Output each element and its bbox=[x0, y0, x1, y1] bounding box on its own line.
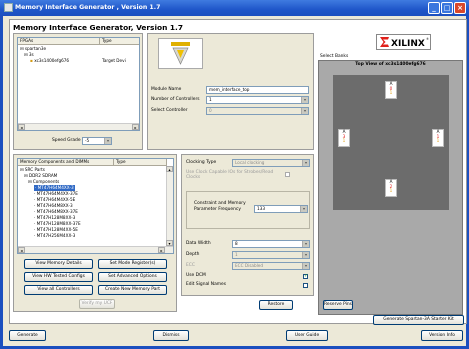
data-width-label: Data Width bbox=[186, 241, 211, 246]
bank-bottom[interactable]: A21 bbox=[385, 179, 397, 197]
data-width-select[interactable]: 8 ▾ bbox=[232, 240, 310, 248]
use-clock-capable-checkbox[interactable] bbox=[285, 172, 290, 177]
use-dcm-checkbox[interactable] bbox=[303, 273, 308, 279]
use-clock-capable-label: Use Clock Capable IOs for Strobes/Read C… bbox=[186, 170, 274, 180]
use-dcm-label: Use DCM bbox=[186, 273, 206, 278]
dismiss-button[interactable]: Dismiss bbox=[153, 330, 189, 341]
components-panel: Memory Components and DIMMs Type ▴ ▾ ⊟ S… bbox=[13, 154, 177, 312]
chevron-down-icon[interactable]: ▾ bbox=[302, 241, 309, 247]
constraint-group: Constraint and Memory Parameter Frequenc… bbox=[186, 191, 310, 229]
speed-grade-label: Speed Grade bbox=[52, 138, 81, 143]
num-controllers-label: Number of Controllers bbox=[151, 97, 200, 102]
module-name-input[interactable]: mem_interface_top bbox=[206, 86, 309, 94]
horizontal-scrollbar[interactable]: ◂ ▸ bbox=[18, 246, 173, 253]
select-controller-select[interactable]: 0 ▾ bbox=[206, 107, 309, 115]
xilinx-logo-icon: XILINX ® bbox=[380, 37, 429, 49]
chevron-down-icon[interactable]: ▾ bbox=[301, 97, 308, 103]
fpga-tree[interactable]: FPGAs Type ⊟ spartan3e ⊟ 3s ▪ xc3s1400ef… bbox=[17, 37, 140, 131]
tree-node-type: Target Devi bbox=[102, 58, 126, 63]
bank-right[interactable]: A11 bbox=[432, 129, 444, 147]
fpga-panel: FPGAs Type ⊟ spartan3e ⊟ 3s ▪ xc3s1400ef… bbox=[13, 33, 143, 150]
chevron-down-icon[interactable]: ▾ bbox=[300, 206, 307, 212]
banks-panel: XILINX ® Select Banks Top View of xc3s14… bbox=[318, 33, 464, 315]
xilinx-logo: XILINX ® bbox=[376, 34, 431, 50]
set-advanced-options-button[interactable]: Set Advanced Options bbox=[98, 272, 167, 282]
scroll-up-icon[interactable]: ▴ bbox=[166, 166, 173, 172]
components-col-type[interactable]: Type bbox=[114, 159, 167, 166]
user-guide-button[interactable]: User Guide bbox=[286, 330, 328, 341]
clocking-type-select[interactable]: Local clocking ▾ bbox=[232, 159, 310, 167]
chevron-down-icon[interactable]: ▾ bbox=[301, 108, 308, 114]
scroll-right-icon[interactable]: ▸ bbox=[132, 124, 139, 130]
xilinx-brand: XILINX bbox=[391, 39, 425, 49]
app-icon bbox=[4, 3, 13, 12]
spartan-logo bbox=[158, 38, 203, 69]
create-new-memory-part-button[interactable]: Create New Memory Part bbox=[98, 285, 167, 295]
scroll-right-icon[interactable]: ▸ bbox=[158, 247, 165, 253]
scroll-left-icon[interactable]: ◂ bbox=[18, 247, 25, 253]
depth-select[interactable]: 1 ▾ bbox=[232, 251, 310, 259]
view-hw-tested-button[interactable]: View HW Tested Configs bbox=[24, 272, 93, 282]
chevron-down-icon[interactable]: ▾ bbox=[104, 138, 111, 144]
scroll-left-icon[interactable]: ◂ bbox=[18, 124, 25, 130]
bank-view: Top View of xc3s1400efg676 A01 A31 A11 A… bbox=[318, 60, 463, 315]
vertical-scrollbar[interactable]: ▴ ▾ bbox=[166, 166, 173, 246]
tree-node[interactable]: · MT47H256M4XX-3 bbox=[34, 233, 75, 239]
constraint-label: Constraint and Memory Parameter Frequenc… bbox=[194, 201, 246, 212]
maximize-icon[interactable]: □ bbox=[441, 2, 453, 14]
bank-left[interactable]: A31 bbox=[338, 129, 350, 147]
components-tree[interactable]: Memory Components and DIMMs Type ▴ ▾ ⊟ S… bbox=[17, 158, 174, 254]
generate-button[interactable]: Generate bbox=[9, 330, 46, 341]
generate-spartan-button[interactable]: Generate Spartan-3A Starter Kit bbox=[373, 315, 464, 325]
version-info-button[interactable]: Version Info bbox=[421, 330, 463, 341]
select-controller-label: Select Controller bbox=[151, 108, 188, 113]
chevron-down-icon[interactable]: ▾ bbox=[302, 252, 309, 258]
speed-grade-select[interactable]: -5 ▾ bbox=[82, 137, 112, 145]
restore-button[interactable]: Restore bbox=[259, 300, 293, 310]
clocking-panel: Clocking Type Local clocking ▾ Use Clock … bbox=[181, 154, 314, 296]
tree-node-device[interactable]: ▪ xc3s1400efg676 bbox=[30, 58, 69, 64]
module-panel: Module Name mem_interface_top Number of … bbox=[147, 33, 314, 150]
reserve-pins-button[interactable]: Reserve Pins bbox=[323, 300, 353, 310]
verify-ucf-button[interactable]: Verify my UCF bbox=[79, 299, 115, 309]
horizontal-scrollbar[interactable]: ◂ ▸ bbox=[18, 123, 139, 130]
fpga-col-fpgas[interactable]: FPGAs bbox=[18, 38, 100, 45]
chevron-down-icon[interactable]: ▾ bbox=[302, 263, 309, 269]
set-mode-registers-button[interactable]: Set Mode Register(s) bbox=[98, 259, 167, 269]
close-icon[interactable]: × bbox=[454, 2, 466, 14]
components-col-name[interactable]: Memory Components and DIMMs bbox=[18, 159, 114, 166]
edit-signal-names-label: Edit Signal Names bbox=[186, 282, 227, 287]
bank-view-title: Top View of xc3s1400efg676 bbox=[319, 61, 462, 69]
main-content: Memory Interface Generator, Version 1.7 … bbox=[9, 19, 467, 325]
ecc-select[interactable]: ECC Disabled ▾ bbox=[232, 262, 310, 270]
num-controllers-select[interactable]: 1 ▾ bbox=[206, 96, 309, 104]
fpga-col-type[interactable]: Type bbox=[100, 38, 139, 45]
minimize-icon[interactable]: _ bbox=[428, 2, 440, 14]
window-title: Memory Interface Generator , Version 1.7 bbox=[15, 4, 161, 11]
view-memory-details-button[interactable]: View Memory Details bbox=[24, 259, 93, 269]
chevron-down-icon[interactable]: ▾ bbox=[302, 160, 309, 166]
frequency-select[interactable]: 133 ▾ bbox=[254, 205, 308, 213]
window-frame: Memory Interface Generator, Version 1.7 … bbox=[0, 16, 469, 349]
svg-text:®: ® bbox=[426, 37, 429, 41]
edit-signal-names-checkbox[interactable] bbox=[303, 283, 308, 288]
ecc-label: ECC bbox=[186, 263, 195, 268]
clocking-type-label: Clocking Type bbox=[186, 160, 217, 165]
page-title: Memory Interface Generator, Version 1.7 bbox=[13, 23, 183, 32]
module-name-label: Module Name bbox=[151, 87, 182, 92]
bank-top[interactable]: A01 bbox=[385, 81, 397, 99]
depth-label: Depth bbox=[186, 252, 200, 257]
window-titlebar[interactable]: Memory Interface Generator , Version 1.7… bbox=[0, 0, 469, 16]
spartan-logo-icon bbox=[171, 42, 190, 65]
view-all-controllers-button[interactable]: View all Controllers bbox=[24, 285, 93, 295]
